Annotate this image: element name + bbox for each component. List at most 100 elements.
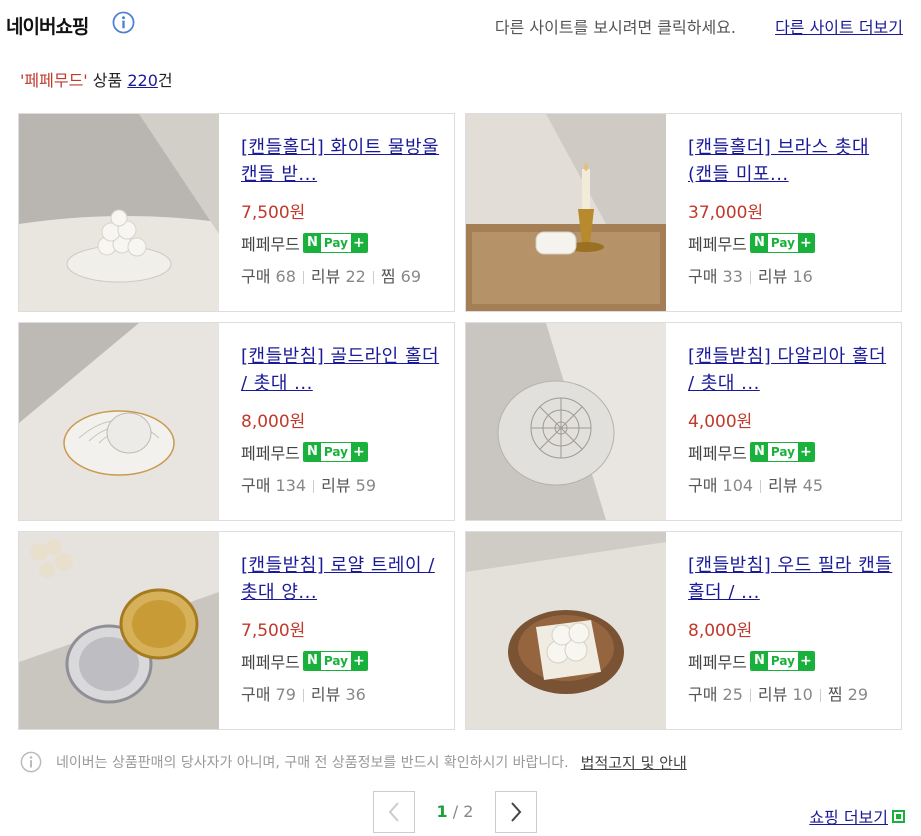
stat-divider	[372, 271, 374, 284]
seller-name[interactable]: 페페무드	[241, 440, 300, 464]
stat-divider	[313, 480, 315, 493]
product-info: [캔들홀더] 브라스 촛대 (캔들 미포... 37,000원 페페무드 N P…	[688, 134, 893, 287]
npay-badge[interactable]: N Pay +	[302, 651, 368, 671]
npay-label: Pay	[770, 654, 795, 668]
product-info: [캔들홀더] 화이트 물방울 캔들 받... 7,500원 페페무드 N Pay…	[241, 134, 446, 287]
product-card: [캔들홀더] 화이트 물방울 캔들 받... 7,500원 페페무드 N Pay…	[18, 113, 455, 312]
search-keyword: 페페무드	[24, 71, 84, 90]
review-count: 36	[345, 685, 366, 704]
review-count: 22	[345, 267, 366, 286]
seller-name[interactable]: 페페무드	[241, 649, 300, 673]
result-summary: '페페무드' 상품 220건	[20, 67, 173, 91]
npay-n-icon: N	[750, 443, 768, 461]
review-count: 16	[792, 267, 813, 286]
seller-row: 페페무드 N Pay +	[688, 649, 893, 673]
plus-icon: +	[797, 443, 814, 461]
npay-n-icon: N	[303, 652, 321, 670]
product-stats: 구매 79 리뷰 36	[241, 681, 446, 705]
product-price: 8,000원	[241, 412, 306, 432]
product-thumbnail[interactable]	[466, 323, 666, 520]
next-page-button[interactable]	[495, 790, 537, 833]
review-count-label: 리뷰	[768, 476, 798, 495]
product-price: 4,000원	[688, 412, 753, 432]
product-title-link[interactable]: [캔들받침] 다알리아 홀더 / 촛대 ...	[688, 343, 893, 397]
external-link-icon	[892, 809, 905, 823]
product-thumbnail[interactable]	[466, 532, 666, 729]
seller-name[interactable]: 페페무드	[688, 440, 747, 464]
product-price: 37,000원	[688, 203, 764, 223]
shopping-more-link[interactable]: 쇼핑 더보기	[809, 804, 905, 828]
product-price: 7,500원	[241, 621, 306, 641]
product-thumbnail[interactable]	[19, 114, 219, 311]
product-stats: 구매 25 리뷰 10 찜 29	[688, 681, 893, 705]
plus-icon: +	[350, 443, 367, 461]
seller-name[interactable]: 페페무드	[241, 231, 300, 255]
plus-icon: +	[350, 234, 367, 252]
plus-icon: +	[797, 652, 814, 670]
npay-label: Pay	[323, 236, 348, 250]
review-count-label: 리뷰	[757, 267, 788, 286]
npay-badge[interactable]: N Pay +	[302, 442, 368, 462]
naver-shopping-logo[interactable]: 네이버쇼핑	[6, 12, 89, 39]
seller-name[interactable]: 페페무드	[688, 231, 747, 255]
npay-n-icon: N	[750, 652, 768, 670]
buy-count: 68	[275, 267, 296, 286]
product-title-link[interactable]: [캔들홀더] 화이트 물방울 캔들 받...	[241, 134, 446, 188]
npay-label: Pay	[323, 654, 348, 668]
product-thumbnail[interactable]	[19, 532, 219, 729]
npay-badge[interactable]: N Pay +	[749, 233, 815, 253]
wish-count-label: 찜	[380, 267, 396, 286]
info-icon[interactable]	[112, 11, 135, 34]
result-count[interactable]: 220	[127, 71, 158, 90]
seller-row: 페페무드 N Pay +	[241, 231, 446, 255]
buy-count: 104	[722, 476, 754, 495]
review-count-label: 리뷰	[310, 267, 341, 286]
summary-label: 상품	[87, 71, 128, 90]
page-separator: /	[447, 802, 464, 821]
npay-n-icon: N	[303, 443, 321, 461]
npay-n-icon: N	[750, 234, 768, 252]
npay-badge[interactable]: N Pay +	[302, 233, 368, 253]
stat-divider	[302, 271, 304, 284]
product-title-link[interactable]: [캔들받침] 우드 필라 캔들 홀더 / ...	[688, 552, 893, 606]
seller-name[interactable]: 페페무드	[688, 649, 747, 673]
more-sites-link[interactable]: 다른 사이트 더보기	[775, 14, 903, 38]
buy-count-label: 구매	[688, 267, 718, 286]
plus-icon: +	[797, 234, 814, 252]
seller-row: 페페무드 N Pay +	[688, 440, 893, 464]
product-title-link[interactable]: [캔들받침] 골드라인 홀더 / 촛대 ...	[241, 343, 446, 397]
npay-badge[interactable]: N Pay +	[749, 442, 815, 462]
buy-count-label: 구매	[241, 267, 271, 286]
product-card: [캔들받침] 우드 필라 캔들 홀더 / ... 8,000원 페페무드 N P…	[465, 531, 902, 730]
seller-row: 페페무드 N Pay +	[688, 231, 893, 255]
product-info: [캔들받침] 로얄 트레이 / 촛대 양... 7,500원 페페무드 N Pa…	[241, 552, 446, 705]
buy-count: 25	[722, 685, 743, 704]
product-thumbnail[interactable]	[19, 323, 219, 520]
product-grid: [캔들홀더] 화이트 물방울 캔들 받... 7,500원 페페무드 N Pay…	[18, 113, 905, 732]
wish-count: 69	[400, 267, 421, 286]
total-pages: 2	[463, 802, 474, 821]
disclaimer-text: 네이버는 상품판매의 당사자가 아니며, 구매 전 상품정보를 반드시 확인하시…	[56, 755, 569, 771]
stat-divider	[749, 271, 751, 284]
prev-page-button[interactable]	[373, 790, 415, 833]
chevron-right-icon	[511, 801, 522, 822]
review-count: 10	[792, 685, 813, 704]
stat-divider	[749, 689, 751, 702]
review-count: 45	[802, 476, 823, 495]
product-thumbnail[interactable]	[466, 114, 666, 311]
review-count-label: 리뷰	[757, 685, 788, 704]
plus-icon: +	[350, 652, 367, 670]
stat-divider	[819, 689, 821, 702]
pagination: 1 / 2	[373, 789, 537, 834]
npay-badge[interactable]: N Pay +	[749, 651, 815, 671]
buy-count-label: 구매	[241, 685, 271, 704]
legal-notice-link[interactable]: 법적고지 및 안내	[581, 752, 687, 773]
product-title-link[interactable]: [캔들받침] 로얄 트레이 / 촛대 양...	[241, 552, 446, 606]
product-stats: 구매 33 리뷰 16	[688, 263, 893, 287]
product-info: [캔들받침] 우드 필라 캔들 홀더 / ... 8,000원 페페무드 N P…	[688, 552, 893, 705]
product-card: [캔들받침] 로얄 트레이 / 촛대 양... 7,500원 페페무드 N Pa…	[18, 531, 455, 730]
review-count: 59	[355, 476, 376, 495]
product-title-link[interactable]: [캔들홀더] 브라스 촛대 (캔들 미포...	[688, 134, 893, 188]
shopping-more-label: 쇼핑 더보기	[809, 808, 888, 827]
current-page: 1	[436, 802, 448, 821]
